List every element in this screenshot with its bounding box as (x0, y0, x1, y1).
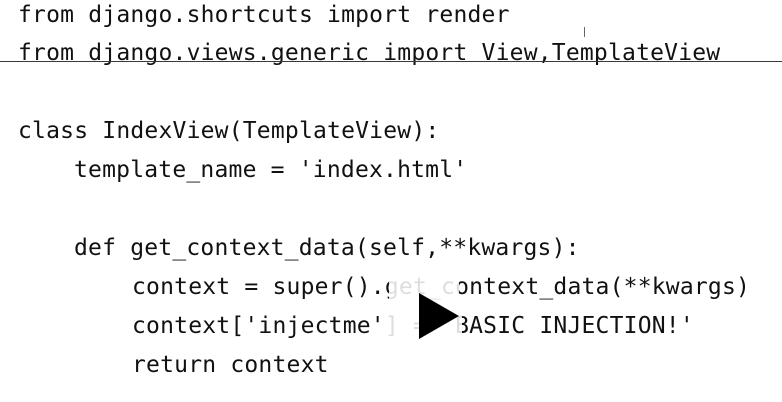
code-line-8: return context (132, 352, 329, 378)
play-icon (419, 293, 459, 339)
text-cursor-mark (584, 27, 585, 37)
code-line-5: def get_context_data(self,**kwargs): (74, 235, 580, 261)
play-button[interactable] (415, 291, 461, 341)
code-line-2: from django.views.generic import View,Te… (18, 40, 721, 66)
code-line-1: from django.shortcuts import render (18, 2, 510, 28)
code-line-4: template_name = 'index.html' (74, 157, 468, 183)
code-line-3: class IndexView(TemplateView): (18, 118, 440, 144)
divider-line (0, 61, 782, 62)
